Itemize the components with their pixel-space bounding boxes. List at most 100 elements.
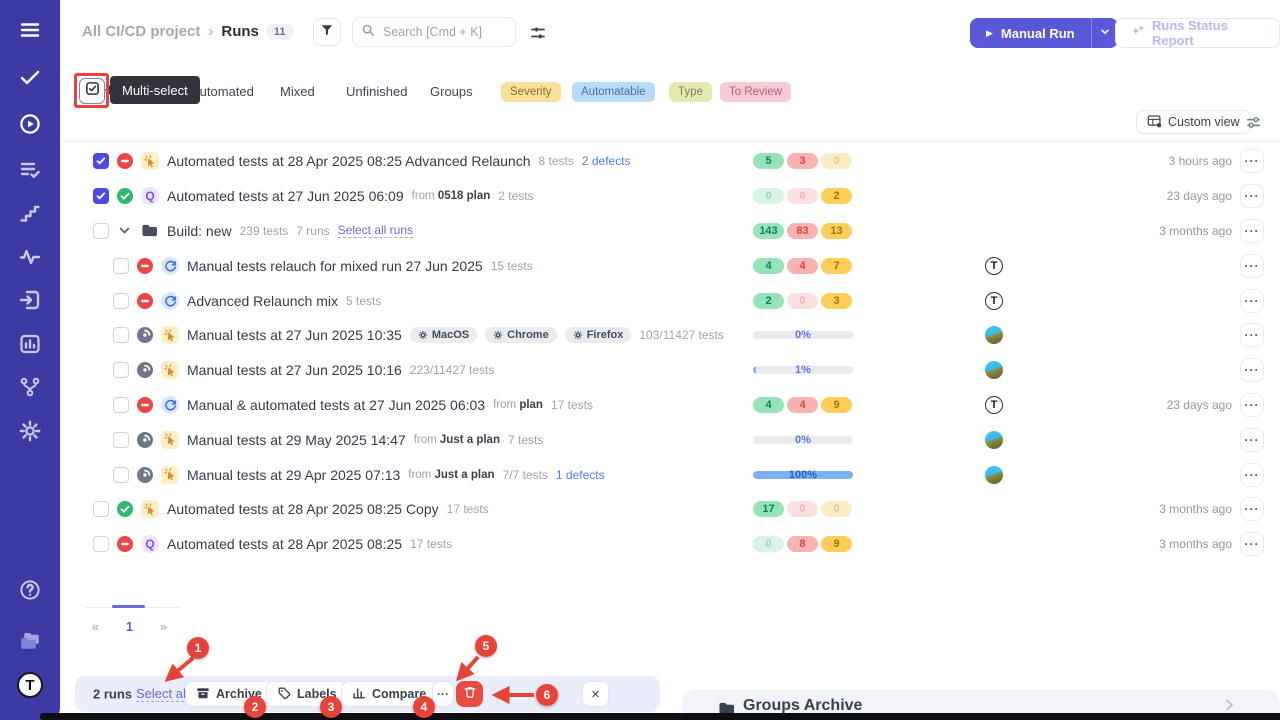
run-checkbox[interactable]	[93, 536, 109, 552]
divider	[60, 141, 1280, 142]
more-actions-button[interactable]: ···	[432, 681, 454, 707]
run-row: QAutomated tests at 28 Apr 2025 08:2517 …	[60, 527, 1280, 562]
run-menu-button[interactable]: ···	[1240, 497, 1264, 521]
select-all-runs-link[interactable]: Select all runs	[338, 223, 413, 238]
search-input[interactable]	[381, 24, 501, 40]
manual-run-type-icon	[161, 466, 179, 484]
run-checkbox[interactable]	[113, 432, 129, 448]
run-avatar	[985, 431, 1003, 449]
run-checkbox[interactable]	[93, 501, 109, 517]
stat-badge-warn: 9	[821, 536, 852, 552]
pagination-next[interactable]: »	[160, 620, 167, 634]
run-checkbox[interactable]	[113, 293, 129, 309]
run-title[interactable]: Automated tests at 28 Apr 2025 08:25 Adv…	[167, 153, 530, 169]
defects-link[interactable]: 2 defects	[582, 154, 631, 168]
defects-link[interactable]: 1 defects	[556, 468, 605, 482]
run-from-plan: from Just a plan	[414, 434, 500, 446]
chevron-down-icon	[1100, 24, 1110, 42]
run-title[interactable]: Manual tests relauch for mixed run 27 Ju…	[187, 258, 483, 274]
runs-status-report-button[interactable]: Runs Status Report	[1115, 18, 1280, 48]
run-title[interactable]: Manual tests at 27 Jun 2025 10:35	[187, 327, 402, 343]
filter-button[interactable]	[313, 18, 341, 46]
run-menu-button[interactable]: ···	[1240, 289, 1264, 313]
stat-badge-fail: 4	[787, 258, 818, 274]
bar-chart-icon[interactable]	[17, 331, 43, 357]
activity-icon[interactable]	[17, 244, 43, 270]
run-menu-button[interactable]: ···	[1240, 428, 1264, 452]
run-title[interactable]: Build: new	[167, 223, 232, 239]
compare-button[interactable]: Compare	[341, 681, 437, 707]
import-icon[interactable]	[17, 287, 43, 313]
run-menu-button[interactable]: ···	[1240, 532, 1264, 556]
status-failed-icon	[137, 397, 153, 413]
workspace-logo[interactable]: T	[17, 672, 43, 698]
run-checkbox[interactable]	[93, 153, 109, 169]
stat-badge-pass: 4	[753, 258, 784, 274]
run-menu-button[interactable]: ···	[1240, 219, 1264, 243]
check-icon[interactable]	[17, 64, 43, 90]
multi-select-tooltip: Multi-select	[110, 76, 200, 104]
filter-chip-review[interactable]: To Review	[720, 82, 791, 102]
labels-button[interactable]: Labels	[266, 681, 348, 707]
folders-icon[interactable]	[17, 628, 43, 654]
run-checkbox[interactable]	[113, 258, 129, 274]
help-icon[interactable]	[17, 577, 43, 603]
branch-icon[interactable]	[17, 374, 43, 400]
tab-groups[interactable]: Groups	[430, 84, 473, 99]
status-passed-icon	[117, 188, 133, 204]
run-checkbox[interactable]	[113, 467, 129, 483]
run-title[interactable]: Manual tests at 27 Jun 2025 10:16	[187, 362, 402, 378]
run-row: Advanced Relaunch mix5 tests203T···	[60, 283, 1280, 318]
select-all-link[interactable]: Select all	[136, 686, 189, 702]
run-menu-button[interactable]: ···	[1240, 323, 1264, 347]
archive-button[interactable]: Archive	[185, 681, 273, 707]
manual-run-dropdown[interactable]	[1092, 18, 1118, 48]
run-title[interactable]: Advanced Relaunch mix	[187, 293, 338, 309]
chevron-down-icon[interactable]	[117, 223, 133, 239]
run-title[interactable]: Manual tests at 29 Apr 2025 07:13	[187, 467, 400, 483]
run-menu-button[interactable]: ···	[1240, 149, 1264, 173]
automation-icon: Q	[141, 535, 159, 553]
run-menu-button[interactable]: ···	[1240, 463, 1264, 487]
run-title[interactable]: Automated tests at 28 Apr 2025 08:25 Cop…	[167, 501, 439, 517]
filter-chip-severity[interactable]: Severity	[501, 82, 561, 102]
run-stats: 002	[753, 188, 852, 204]
run-menu-button[interactable]: ···	[1240, 358, 1264, 382]
page-title: Runs	[221, 23, 259, 40]
run-menu-button[interactable]: ···	[1240, 184, 1264, 208]
delete-button[interactable]	[456, 681, 483, 707]
pagination-prev[interactable]: «	[92, 620, 99, 634]
steps-icon[interactable]	[17, 201, 43, 227]
breadcrumb-project[interactable]: All CI/CD project	[82, 23, 200, 40]
view-settings-icon[interactable]	[1245, 114, 1262, 131]
run-title[interactable]: Automated tests at 27 Jun 2025 06:09	[167, 188, 404, 204]
tab-unfinished[interactable]: Unfinished	[346, 84, 407, 99]
run-checkbox[interactable]	[93, 223, 109, 239]
search-settings-icon[interactable]	[529, 24, 547, 42]
run-checkbox[interactable]	[113, 397, 129, 413]
run-title[interactable]: Manual & automated tests at 27 Jun 2025 …	[187, 397, 485, 413]
run-checkbox[interactable]	[113, 362, 129, 378]
menu-icon[interactable]	[17, 17, 43, 43]
run-checkbox[interactable]	[113, 327, 129, 343]
run-checkbox[interactable]	[93, 188, 109, 204]
custom-view-button[interactable]: Custom view	[1136, 110, 1251, 134]
breadcrumb: All CI/CD project › Runs 11	[82, 23, 293, 40]
manual-run-button[interactable]: ▶ Manual Run	[970, 18, 1118, 48]
run-menu-button[interactable]: ···	[1240, 393, 1264, 417]
run-menu-button[interactable]: ···	[1240, 254, 1264, 278]
pagination-page-1[interactable]: 1	[126, 620, 133, 634]
tab-automated[interactable]: Automated	[191, 84, 254, 99]
multi-select-button[interactable]	[79, 78, 105, 104]
tab-mixed[interactable]: Mixed	[280, 84, 315, 99]
close-selection-button[interactable]: ×	[582, 681, 609, 707]
filter-chip-automatable[interactable]: Automatable	[572, 82, 655, 102]
run-title[interactable]: Automated tests at 28 Apr 2025 08:25	[167, 536, 402, 552]
filter-chip-type[interactable]: Type	[669, 82, 712, 102]
progress-bar: 0%	[753, 327, 853, 343]
list-check-icon[interactable]	[17, 157, 43, 183]
play-circle-icon[interactable]	[17, 111, 43, 137]
run-title[interactable]: Manual tests at 29 May 2025 14:47	[187, 432, 406, 448]
manual-run-type-icon	[161, 361, 179, 379]
gear-icon[interactable]	[17, 418, 43, 444]
